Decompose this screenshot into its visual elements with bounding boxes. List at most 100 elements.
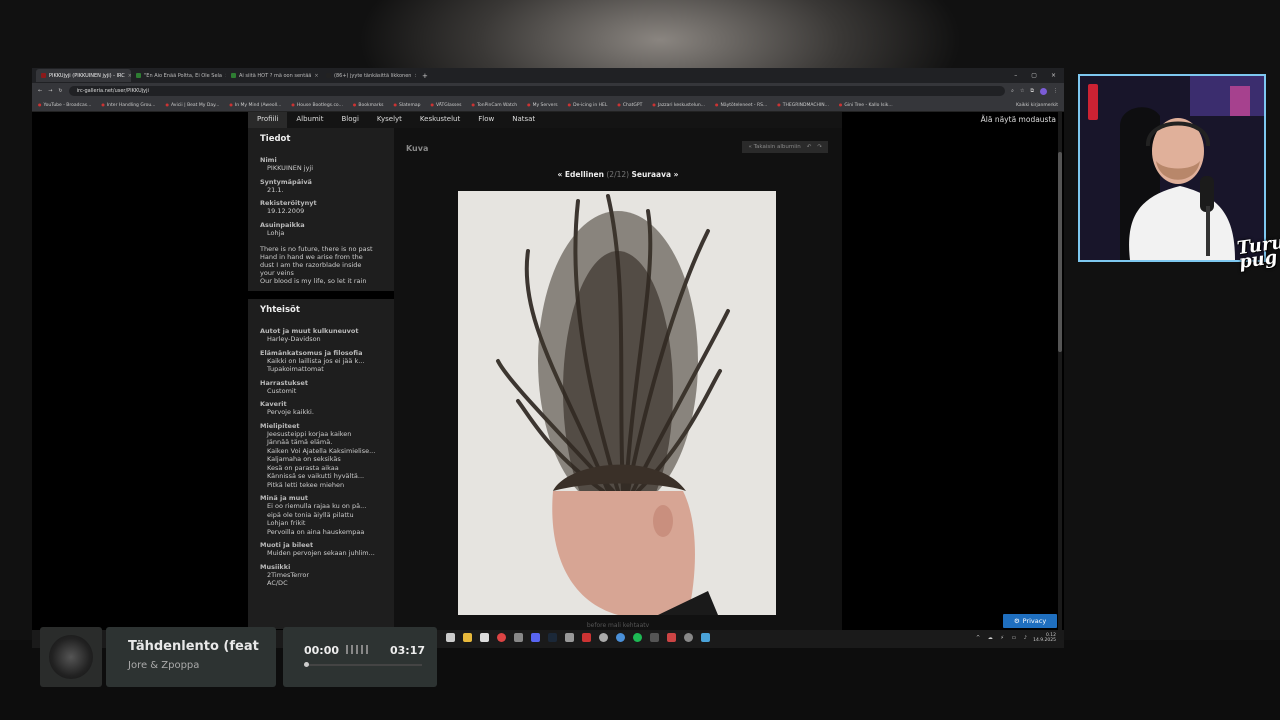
spotify-icon[interactable] — [633, 633, 642, 642]
tab-2[interactable]: "En Aio Enää Poltta, Ei Ole Sela× — [131, 69, 226, 82]
bookmark-item[interactable]: Inter Handling Grou... — [101, 102, 156, 108]
community-link[interactable]: Tupakoimattomat — [260, 365, 382, 374]
bookmark-item[interactable]: VÄTGlasses — [430, 102, 462, 108]
forward-icon[interactable]: → — [48, 88, 52, 94]
taskbar-clock[interactable]: 0.12 14.9.2025 — [1033, 633, 1056, 643]
nav-tab-kyselyt[interactable]: Kyselyt — [368, 112, 411, 128]
steam-icon[interactable] — [548, 633, 557, 642]
nav-tab-profiili[interactable]: Profiili — [248, 112, 288, 128]
community-link[interactable]: Kaiken Voi Ajatella Kaksimielise... — [260, 447, 382, 456]
photo-image — [458, 191, 776, 615]
scrollbar-thumb[interactable] — [1058, 152, 1062, 352]
tab-3[interactable]: Ai siitä HOT ? mä oon sentää × — [226, 69, 321, 82]
settings-icon[interactable] — [684, 633, 693, 642]
bookmark-item[interactable]: Slatemap — [394, 102, 420, 108]
nav-tab-blogi[interactable]: Blogi — [332, 112, 367, 128]
community-link[interactable]: Pervoje kaikki. — [260, 408, 382, 417]
store-icon[interactable] — [480, 633, 489, 642]
url-input[interactable]: irc-galleria.net/user/PIKKUjyji — [68, 86, 1006, 96]
nav-tab-keskustelut[interactable]: Keskustelut — [411, 112, 469, 128]
bookmark-item[interactable]: THEGRINDMACHIN... — [777, 102, 829, 108]
back-icon[interactable]: ← — [38, 88, 42, 94]
bookmark-item[interactable]: De-icing in HEL — [568, 102, 607, 108]
bookmark-item[interactable]: My Servers — [527, 102, 558, 108]
scrollbar[interactable] — [1058, 112, 1062, 648]
reload-icon[interactable]: ↻ — [58, 88, 62, 94]
nav-tab-albumit[interactable]: Albumit — [287, 112, 332, 128]
community-link[interactable]: Pervoilla on aina hauskempaa — [260, 528, 382, 537]
bookmark-item[interactable]: Näytöteleneet - RS... — [715, 102, 767, 108]
bio-text: There is no future, there is no past Hand… — [260, 245, 382, 285]
back-to-album-button[interactable]: « Takaisin albumiin ↶ ↷ — [742, 141, 828, 153]
app-icon[interactable] — [667, 633, 676, 642]
chrome-icon[interactable] — [497, 633, 506, 642]
community-link[interactable]: Muiden pervojen sekaan juhlim... — [260, 549, 382, 558]
rotate-right-icon[interactable]: ↷ — [817, 144, 822, 150]
community-category: Kaverit — [260, 400, 287, 408]
prev-photo-link[interactable]: « Edellinen — [557, 170, 604, 179]
bookmark-item[interactable]: TonPinCam Watch — [472, 102, 517, 108]
community-link[interactable]: eipä ole tonia äiyllä pilattu — [260, 511, 382, 520]
app-icon[interactable] — [650, 633, 659, 642]
nav-tab-natsat[interactable]: Natsat — [503, 112, 544, 128]
community-link[interactable]: Customit — [260, 387, 382, 396]
minimize-icon[interactable]: – — [1014, 72, 1017, 79]
community-link[interactable]: Lohjan frikit — [260, 519, 382, 528]
bookmark-item[interactable]: YouTube - Broadcas... — [38, 102, 92, 108]
all-bookmarks-link[interactable]: Kaikki kirjanmerkit — [1016, 103, 1058, 108]
clock-date: 14.9.2025 — [1033, 638, 1056, 643]
community-link[interactable]: Kännissä se vaikutti hyvältä... — [260, 472, 382, 481]
extensions-icon[interactable]: ⧉ — [1030, 88, 1034, 94]
community-link[interactable]: Ei oo riemulla rajaa ku on pä... — [260, 502, 382, 511]
community-link[interactable]: Pitkä letti tekee miehen — [260, 481, 382, 490]
elapsed-time: 00:00 — [304, 644, 340, 657]
bookmark-item[interactable]: Jazzari keskustelun... — [652, 102, 705, 108]
app-icon[interactable] — [616, 633, 625, 642]
bookmark-item[interactable]: Avicii | Beat My Day... — [165, 102, 219, 108]
app-icon[interactable] — [701, 633, 710, 642]
nav-tab-flow[interactable]: Flow — [469, 112, 503, 128]
community-link[interactable]: 2TimesTerror — [260, 571, 382, 580]
info-label: Asuinpaikka — [260, 220, 305, 229]
new-tab-icon[interactable]: + — [416, 72, 434, 80]
next-photo-link[interactable]: Seuraava » — [631, 170, 678, 179]
community-link[interactable]: Harley-Davidson — [260, 335, 382, 344]
community-link[interactable]: AC/DC — [260, 579, 382, 588]
star-icon[interactable]: ☆ — [1020, 88, 1024, 94]
bookmark-item[interactable]: Bookmarks — [353, 102, 383, 108]
close-icon[interactable]: × — [314, 73, 318, 79]
community-link[interactable]: Jeesusteippi korjaa kaiken — [260, 430, 382, 439]
app-icon[interactable] — [599, 633, 608, 642]
bookmark-item[interactable]: Gini Tree - Kallo Isik... — [839, 102, 892, 108]
zoom-icon[interactable]: ⌕ — [1011, 88, 1014, 94]
windows-start-icon[interactable] — [446, 633, 455, 642]
file-explorer-icon[interactable] — [463, 633, 472, 642]
address-bar-row: ← → ↻ irc-galleria.net/user/PIKKUjyji ⌕ … — [32, 83, 1064, 99]
maximize-icon[interactable]: ▢ — [1031, 72, 1037, 79]
privacy-button[interactable]: ⚙ Privacy — [1003, 614, 1057, 628]
bookmark-item[interactable]: ChatGPT — [617, 102, 642, 108]
community-link[interactable]: Kaikki on laillista jos ei jää k... — [260, 357, 382, 366]
back-to-album-label: « Takaisin albumiin — [748, 144, 801, 150]
rotate-left-icon[interactable]: ↶ — [807, 144, 812, 150]
gear-icon: ⚙ — [1013, 617, 1020, 625]
webcam-overlay — [1078, 74, 1266, 262]
app-icon[interactable] — [582, 633, 591, 642]
profile-icon[interactable] — [1040, 87, 1047, 95]
duration-time: 03:17 — [390, 644, 426, 657]
dont-show-modding-link[interactable]: Älä näytä modausta — [981, 115, 1056, 124]
community-link[interactable]: Kaljamaha on seksikäs — [260, 455, 382, 464]
app-icon[interactable] — [565, 633, 574, 642]
tab-irc-galleria[interactable]: PIKKUjyji (PIKKUINEN jyji) - IRC × — [36, 69, 131, 82]
tab-4[interactable]: (86+) jyyte tänkäsittä likkonen× — [321, 69, 416, 82]
community-link[interactable]: Kesä on parasta aikaa — [260, 464, 382, 473]
app-icon[interactable] — [514, 633, 523, 642]
close-window-icon[interactable]: × — [1051, 72, 1056, 79]
system-tray-icons[interactable]: ^ ☁ ⚡ ▭ ♪ — [976, 635, 1030, 641]
discord-icon[interactable] — [531, 633, 540, 642]
bookmark-item[interactable]: In My Mind (Aweoll... — [229, 102, 282, 108]
profile-photo[interactable] — [458, 191, 776, 615]
community-link[interactable]: Jännää tämä elämä. — [260, 438, 382, 447]
menu-icon[interactable]: ⋮ — [1053, 88, 1058, 94]
bookmark-item[interactable]: House Bootlegs.co... — [291, 102, 343, 108]
